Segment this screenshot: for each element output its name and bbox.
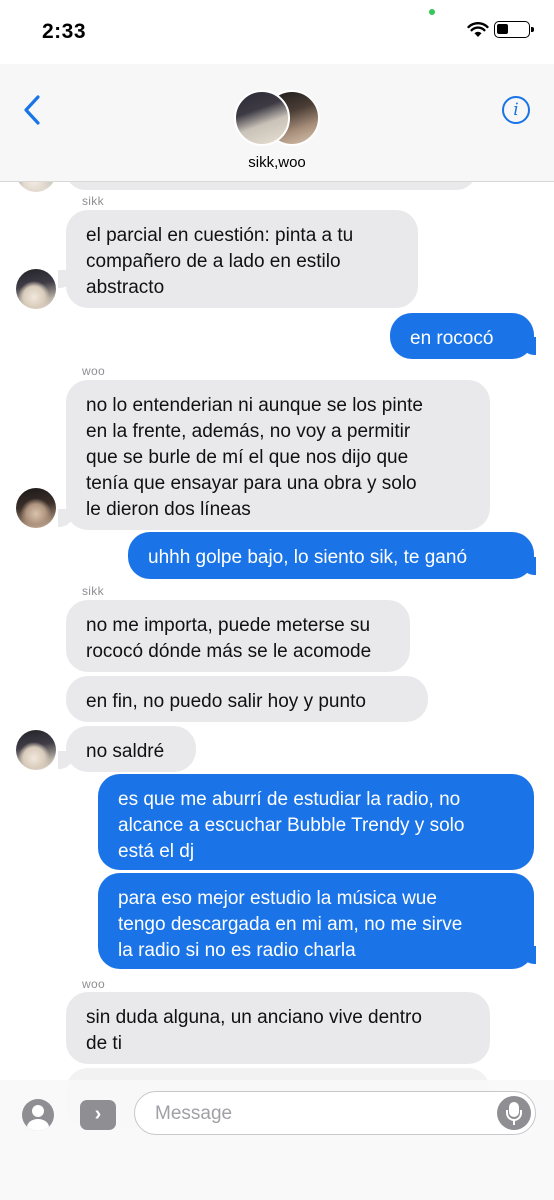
message-list[interactable]: sikk el parcial en cuestión: pinta a tu …: [0, 182, 554, 1200]
conversation-title[interactable]: sikk,woo: [0, 154, 554, 171]
message-bubble-incoming[interactable]: no saldré: [66, 726, 196, 772]
message-field[interactable]: [134, 1091, 536, 1135]
group-avatar-sikk[interactable]: [234, 90, 290, 146]
privacy-indicator-dot: [429, 9, 435, 15]
message-input-bar: ›: [0, 1080, 554, 1200]
avatar: [16, 269, 56, 309]
message-bubble-incoming[interactable]: sin duda alguna, un anciano vive dentro …: [66, 992, 490, 1064]
status-bar: 2:33: [0, 0, 554, 64]
apps-icon[interactable]: ›: [80, 1100, 116, 1130]
sender-name: sikk: [82, 194, 104, 208]
message-bubble-outgoing[interactable]: en rococó: [390, 313, 534, 359]
avatar: [16, 182, 56, 192]
message-input[interactable]: [153, 1101, 487, 1127]
message-bubble-incoming[interactable]: en fin, no puedo salir hoy y punto: [66, 676, 428, 722]
avatar: [16, 488, 56, 528]
avatar: [16, 730, 56, 770]
message-bubble-outgoing[interactable]: para eso mejor estudio la música wue ten…: [98, 873, 534, 969]
back-chevron-icon[interactable]: [22, 94, 42, 126]
microphone-icon[interactable]: [497, 1096, 531, 1130]
conversation-header: sikk,woo i: [0, 64, 554, 182]
wifi-icon: [467, 22, 489, 37]
message-bubble-outgoing[interactable]: uhhh golpe bajo, lo siento sik, te ganó: [128, 532, 534, 579]
sender-name: woo: [82, 977, 105, 991]
message-bubble-partial[interactable]: [66, 182, 476, 190]
status-time: 2:33: [42, 20, 87, 43]
message-bubble-outgoing[interactable]: es que me aburrí de estudiar la radio, n…: [98, 774, 534, 870]
info-icon[interactable]: i: [502, 96, 530, 124]
message-bubble-incoming[interactable]: no lo entenderian ni aunque se los pinte…: [66, 380, 490, 530]
sender-name: woo: [82, 364, 105, 378]
camera-icon[interactable]: [22, 1099, 54, 1131]
sender-name: sikk: [82, 584, 104, 598]
message-bubble-incoming[interactable]: el parcial en cuestión: pinta a tu compa…: [66, 210, 418, 308]
battery-icon: [494, 21, 534, 38]
message-bubble-incoming[interactable]: no me importa, puede meterse su rococó d…: [66, 600, 410, 672]
